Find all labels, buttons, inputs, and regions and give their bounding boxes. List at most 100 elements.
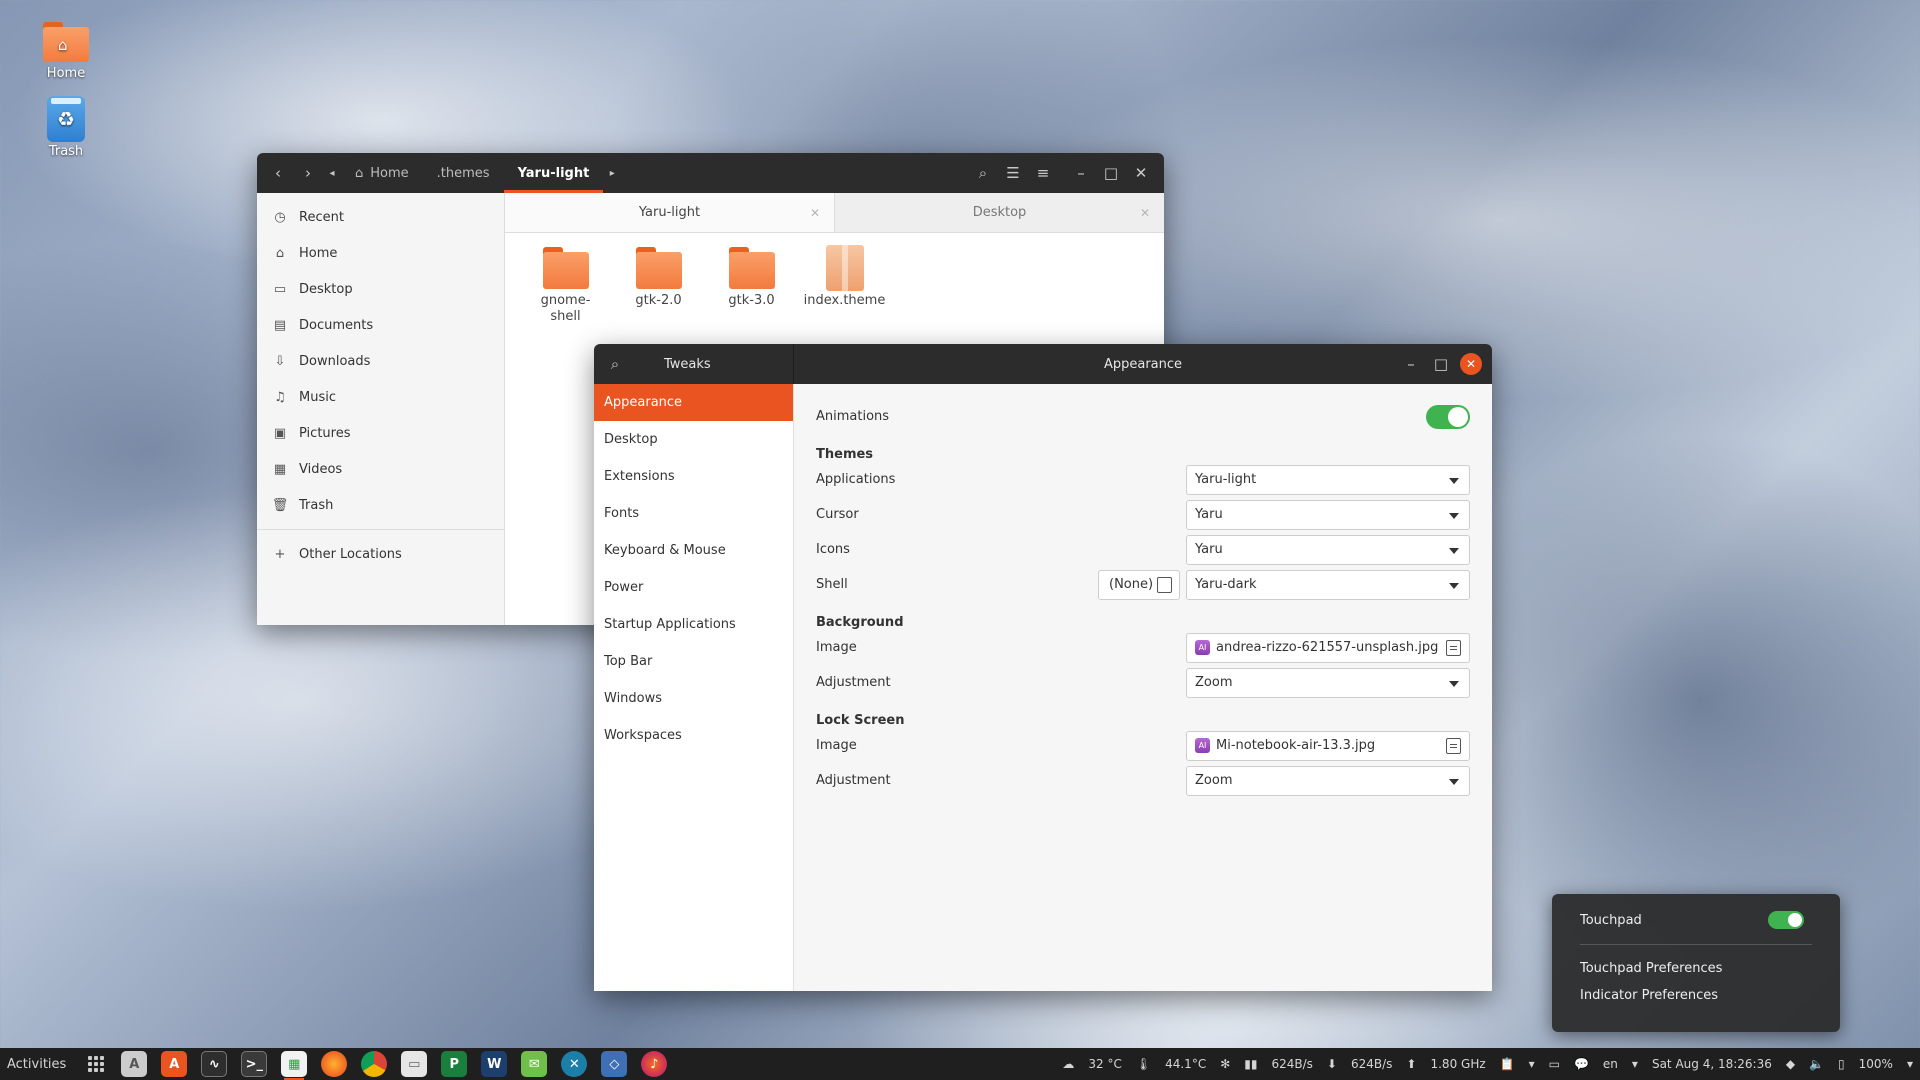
clock[interactable]: Sat Aug 4, 18:26:36	[1652, 1057, 1772, 1071]
dock-virtualbox-icon[interactable]: ◇	[601, 1051, 628, 1077]
desktop-trash-icon[interactable]: ♻ Trash	[21, 96, 111, 159]
close-icon[interactable]: ✕	[1126, 158, 1156, 188]
weather-temp[interactable]: 32 °C	[1088, 1057, 1121, 1071]
sidebar-item-trash[interactable]: 🗑 Trash	[257, 487, 504, 523]
crumb-yaru-light[interactable]: Yaru-light	[503, 153, 604, 193]
battery-percent[interactable]: 100%	[1859, 1057, 1893, 1071]
appearance-panel: Animations Themes Applications Yaru-ligh…	[794, 384, 1492, 991]
minimize-icon[interactable]: –	[1396, 349, 1426, 379]
sidebar-item-desktop[interactable]: Desktop	[594, 421, 793, 458]
crumb-home[interactable]: ⌂ Home	[341, 153, 423, 193]
sidebar-item-appearance[interactable]: Appearance	[594, 384, 793, 421]
sidebar-item-music[interactable]: ♫ Music	[257, 379, 504, 415]
file-item-gnome-shell[interactable]: gnome-shell	[519, 241, 612, 325]
close-icon[interactable]: ✕	[1456, 349, 1486, 379]
background-image-label: Image	[816, 640, 857, 655]
sidebar-item-fonts[interactable]: Fonts	[594, 495, 793, 532]
sidebar-item-top-bar[interactable]: Top Bar	[594, 643, 793, 680]
sidebar-item-home[interactable]: ⌂ Home	[257, 235, 504, 271]
language-indicator[interactable]: en	[1603, 1057, 1618, 1071]
dock-pycharm-icon[interactable]: P	[441, 1051, 468, 1077]
sidebar-item-power[interactable]: Power	[594, 569, 793, 606]
file-item-gtk-3[interactable]: gtk-3.0	[705, 241, 798, 325]
forward-icon[interactable]: ›	[293, 158, 323, 188]
cursor-theme-dropdown[interactable]: Yaru	[1186, 499, 1470, 530]
back-icon[interactable]: ‹	[263, 158, 293, 188]
dock-software-center-icon[interactable]: A	[161, 1051, 188, 1077]
chat-icon[interactable]: 💬	[1574, 1057, 1589, 1071]
dock-software-properties-icon[interactable]: A	[121, 1051, 148, 1077]
cpu-freq[interactable]: 1.80 GHz	[1430, 1057, 1485, 1071]
app-grid-icon[interactable]	[88, 1056, 105, 1072]
tweaks-sidebar: Appearance Desktop Extensions Fonts Keyb…	[594, 384, 794, 991]
animations-toggle[interactable]	[1426, 404, 1470, 429]
sidebar-item-workspaces[interactable]: Workspaces	[594, 717, 793, 754]
sidebar-item-videos[interactable]: ▦ Videos	[257, 451, 504, 487]
cpu-temp[interactable]: 44.1°C	[1165, 1057, 1206, 1071]
shell-theme-dropdown[interactable]: Yaru-dark	[1186, 569, 1470, 600]
chevron-down-icon[interactable]: ▾	[1907, 1057, 1913, 1071]
lock-image-chooser[interactable]: AI Mi-notebook-air-13.3.jpg	[1186, 730, 1470, 761]
touchpad-toggle[interactable]	[1768, 911, 1804, 929]
sidebar-item-pictures[interactable]: ▣ Pictures	[257, 415, 504, 451]
battery-icon[interactable]: ▯	[1838, 1057, 1845, 1071]
tab-yaru-light[interactable]: Yaru-light ✕	[505, 193, 835, 232]
close-tab-icon[interactable]: ✕	[1140, 206, 1150, 220]
volume-icon[interactable]: 🔈	[1809, 1057, 1824, 1071]
crumb-left-arrow-icon[interactable]: ◂	[323, 158, 341, 188]
sidebar-item-recent[interactable]: ◷ Recent	[257, 199, 504, 235]
dock-files-icon[interactable]: ▭	[401, 1051, 428, 1077]
sidebar-item-downloads[interactable]: ⇩ Downloads	[257, 343, 504, 379]
file-name: gtk-2.0	[635, 293, 682, 308]
file-item-gtk-2[interactable]: gtk-2.0	[612, 241, 705, 325]
background-adjustment-dropdown[interactable]: Zoom	[1186, 667, 1470, 698]
icons-theme-dropdown[interactable]: Yaru	[1186, 534, 1470, 565]
dock-music-icon[interactable]: ♪	[641, 1051, 668, 1077]
dock-chat-icon[interactable]: ✉	[521, 1051, 548, 1077]
list-view-icon[interactable]: ☰	[998, 158, 1028, 188]
dock-chrome-icon[interactable]	[361, 1051, 388, 1077]
touchpad-icon[interactable]: ▭	[1549, 1057, 1560, 1071]
chevron-down-icon[interactable]: ▾	[1632, 1057, 1638, 1071]
minimize-icon[interactable]: –	[1066, 158, 1096, 188]
touchpad-preferences-item[interactable]: Touchpad Preferences	[1580, 955, 1812, 982]
dock-xcode-icon[interactable]: ✕	[561, 1051, 588, 1077]
activities-button[interactable]: Activities	[0, 1057, 78, 1072]
search-icon[interactable]: ⌕	[600, 349, 630, 379]
dock-webstorm-icon[interactable]: W	[481, 1051, 508, 1077]
dock-system-monitor-icon[interactable]: ∿	[201, 1051, 228, 1077]
maximize-icon[interactable]: □	[1426, 349, 1456, 379]
dock-terminal-icon[interactable]: >_	[241, 1051, 268, 1077]
dock-tweaks-icon[interactable]: ▦	[281, 1051, 308, 1080]
clipboard-icon[interactable]: 📋	[1500, 1057, 1515, 1071]
crumb-right-arrow-icon[interactable]: ▸	[603, 158, 621, 188]
applications-theme-dropdown[interactable]: Yaru-light	[1186, 464, 1470, 495]
dock-firefox-icon[interactable]	[321, 1051, 348, 1077]
background-image-chooser[interactable]: AI andrea-rizzo-621557-unsplash.jpg	[1186, 632, 1470, 663]
file-item-index-theme[interactable]: index.theme	[798, 241, 891, 325]
tab-desktop[interactable]: Desktop ✕	[835, 193, 1164, 232]
wifi-icon[interactable]: ◆	[1786, 1057, 1795, 1071]
chevron-down-icon[interactable]: ▾	[1529, 1057, 1535, 1071]
desktop-trash-label: Trash	[48, 144, 84, 159]
close-tab-icon[interactable]: ✕	[810, 206, 820, 220]
net-down[interactable]: 624B/s	[1271, 1057, 1312, 1071]
lock-adjustment-dropdown[interactable]: Zoom	[1186, 765, 1470, 796]
menu-icon[interactable]: ≡	[1028, 158, 1058, 188]
sidebar-item-desktop[interactable]: ▭ Desktop	[257, 271, 504, 307]
sidebar-item-startup-applications[interactable]: Startup Applications	[594, 606, 793, 643]
crumb-themes[interactable]: .themes	[423, 153, 504, 193]
sidebar-item-documents[interactable]: ▤ Documents	[257, 307, 504, 343]
sidebar-item-extensions[interactable]: Extensions	[594, 458, 793, 495]
shell-file-chooser-button[interactable]: (None)	[1098, 569, 1180, 600]
sidebar-label: Trash	[299, 497, 334, 513]
sidebar-item-keyboard-mouse[interactable]: Keyboard & Mouse	[594, 532, 793, 569]
tweaks-titlebar: ⌕ Tweaks Appearance – □ ✕	[594, 344, 1492, 384]
maximize-icon[interactable]: □	[1096, 158, 1126, 188]
indicator-preferences-item[interactable]: Indicator Preferences	[1580, 982, 1812, 1009]
desktop-home-icon[interactable]: ⌂ Home	[21, 22, 111, 81]
net-up[interactable]: 624B/s	[1351, 1057, 1392, 1071]
sidebar-item-other-locations[interactable]: + Other Locations	[257, 536, 504, 572]
search-icon[interactable]: ⌕	[968, 158, 998, 188]
sidebar-item-windows[interactable]: Windows	[594, 680, 793, 717]
